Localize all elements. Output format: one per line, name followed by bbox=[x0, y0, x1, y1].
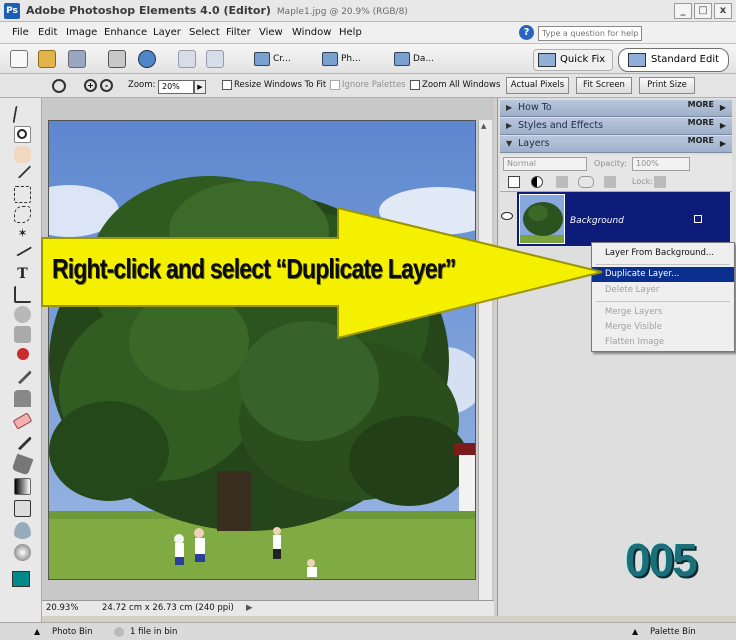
photo-bin-button[interactable]: Photo Bin bbox=[52, 627, 93, 637]
files-in-bin: 1 file in bin bbox=[130, 627, 178, 637]
bin-bar: ▲ Photo Bin 1 file in bin ▲ Palette Bin bbox=[0, 622, 736, 640]
tutorial-instruction: Right-click and select “Duplicate Layer” bbox=[52, 253, 456, 284]
photo-bin-arrow-icon[interactable]: ▲ bbox=[34, 627, 40, 636]
palette-bin-button[interactable]: Palette Bin bbox=[650, 627, 696, 637]
step-number: 005 bbox=[625, 534, 698, 586]
bin-back-icon[interactable] bbox=[114, 627, 124, 637]
palette-bin-arrow-icon[interactable]: ▲ bbox=[632, 627, 638, 636]
photoshop-elements-window: Ps Adobe Photoshop Elements 4.0 (Editor)… bbox=[0, 0, 736, 640]
